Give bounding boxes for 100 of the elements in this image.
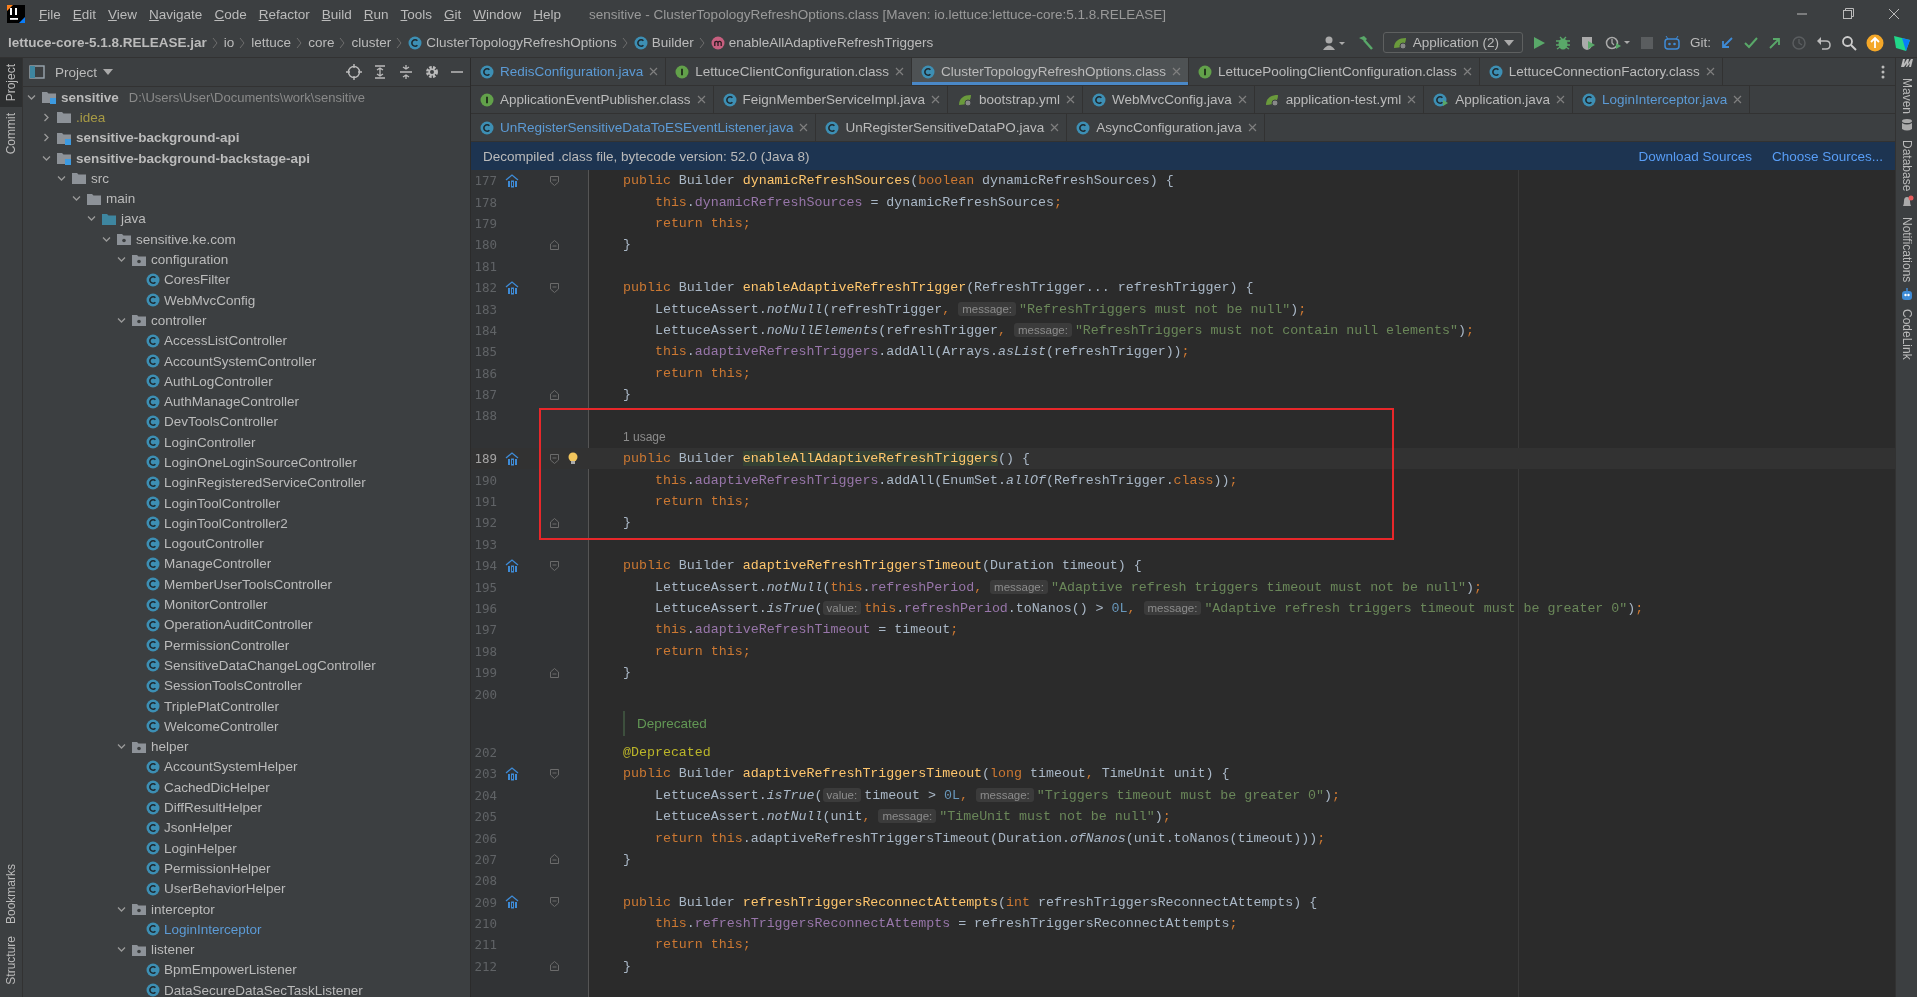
editor-tab[interactable]: LettuceClientConfiguration.class: [666, 58, 912, 85]
locate-icon[interactable]: [346, 64, 362, 80]
side-tab[interactable]: Bookmarks: [0, 858, 22, 931]
breadcrumb[interactable]: Builder: [651, 35, 694, 50]
tree-item[interactable]: LoginHelper: [164, 840, 237, 856]
tree-item[interactable]: ManageController: [164, 556, 272, 572]
expand-all-icon[interactable]: [372, 64, 388, 80]
tree-item[interactable]: CoresFilter: [164, 272, 230, 288]
fold-end-icon[interactable]: [550, 667, 559, 678]
menu-item[interactable]: Refactor: [252, 6, 316, 22]
tree-item[interactable]: AuthManageController: [164, 394, 300, 410]
fold-icon[interactable]: [550, 453, 559, 464]
fold-icon[interactable]: [550, 175, 559, 186]
editor-tab[interactable]: bootstrap.yml: [947, 86, 1083, 113]
tree-item[interactable]: LoginOneLoginSourceController: [164, 455, 357, 470]
editor-tab[interactable]: application-test.yml: [1254, 86, 1425, 113]
side-tab[interactable]: CodeLink: [1896, 302, 1917, 366]
breadcrumb[interactable]: lettuce: [251, 35, 292, 50]
breadcrumb[interactable]: enableAllAdaptiveRefreshTriggers: [728, 35, 934, 50]
update-badge-icon[interactable]: [1866, 33, 1884, 52]
tree-item[interactable]: PermissionHelper: [164, 860, 271, 876]
tree-item[interactable]: SessionToolsController: [164, 678, 303, 694]
tree-item[interactable]: DevToolsController: [164, 414, 279, 430]
tree-item[interactable]: SensitiveDataChangeLogController: [164, 657, 376, 673]
menu-item[interactable]: Run: [357, 6, 395, 22]
close-icon[interactable]: [1705, 67, 1715, 76]
run-configuration-dropdown[interactable]: Application (2): [1382, 32, 1523, 53]
close-icon[interactable]: [799, 123, 809, 132]
implemented-marker-icon[interactable]: [505, 558, 519, 573]
editor-tab[interactable]: WebMvcConfig.java: [1083, 86, 1255, 113]
user-icon[interactable]: [1322, 34, 1347, 51]
implemented-marker-icon[interactable]: [505, 766, 519, 781]
tree-item[interactable]: listener: [151, 942, 195, 958]
tree-item[interactable]: DiffResultHelper: [164, 800, 263, 816]
close-icon[interactable]: [1407, 95, 1417, 104]
close-icon[interactable]: [930, 95, 940, 104]
tree-item[interactable]: LoginToolController2: [164, 515, 288, 531]
search-icon[interactable]: [1841, 34, 1857, 51]
tree-item[interactable]: LoginRegisteredServiceController: [164, 475, 366, 491]
tree-item[interactable]: src: [91, 170, 109, 186]
fold-icon[interactable]: [550, 560, 559, 571]
editor-tab[interactable]: FeignMemberServiceImpl.java: [713, 86, 948, 113]
project-view-dropdown[interactable]: Project: [55, 64, 114, 80]
close-icon[interactable]: [649, 67, 659, 76]
close-icon[interactable]: [1237, 95, 1247, 104]
breadcrumb[interactable]: io: [223, 35, 235, 50]
fold-end-icon[interactable]: [550, 389, 559, 400]
tree-item[interactable]: sensitive-background-backstage-api: [76, 150, 311, 166]
tree-item[interactable]: interceptor: [151, 901, 215, 917]
breadcrumb[interactable]: core: [308, 35, 335, 50]
editor-tab[interactable]: RedisConfiguration.java: [471, 58, 667, 85]
tree-item[interactable]: BpmEmpowerListener: [164, 962, 297, 978]
fold-end-icon[interactable]: [550, 961, 559, 972]
side-tab[interactable]: Commit: [0, 107, 22, 161]
collapse-all-icon[interactable]: [398, 64, 414, 80]
tree-item[interactable]: main: [106, 191, 136, 207]
menu-item[interactable]: Edit: [66, 6, 103, 22]
close-icon[interactable]: [894, 67, 904, 76]
tree-item[interactable]: configuration: [151, 252, 229, 267]
tree-item[interactable]: MemberUserToolsController: [164, 576, 333, 592]
link[interactable]: Choose Sources...: [1771, 148, 1883, 164]
editor-tab[interactable]: ClusterTopologyRefreshOptions.class: [911, 58, 1190, 85]
link[interactable]: Download Sources: [1638, 148, 1752, 164]
tree-item[interactable]: TriplePlatController: [164, 698, 280, 714]
tree-item[interactable]: AccessListController: [164, 333, 288, 349]
editor-tab[interactable]: LettuceConnectionFactory.class: [1479, 58, 1723, 85]
debug-icon[interactable]: [1555, 34, 1571, 51]
side-tab[interactable]: Maven: [1896, 72, 1917, 121]
side-tab[interactable]: Project: [0, 58, 22, 108]
toolbox-logo-icon[interactable]: [1893, 33, 1911, 52]
fold-end-icon[interactable]: [550, 517, 559, 528]
app-logo-icon[interactable]: [7, 5, 25, 23]
implemented-marker-icon[interactable]: [505, 280, 519, 295]
tree-item[interactable]: sensitive.ke.com: [136, 231, 236, 247]
fold-icon[interactable]: [550, 282, 559, 293]
editor-tab[interactable]: LoginInterceptor.java: [1572, 86, 1751, 113]
editor-tab[interactable]: UnRegisterSensitiveDataPO.java: [816, 114, 1068, 141]
tree-item[interactable]: MonitorController: [164, 597, 268, 613]
close-icon[interactable]: [1555, 95, 1565, 104]
tree-item[interactable]: helper: [151, 739, 189, 755]
editor-tab[interactable]: ApplicationEventPublisher.class: [471, 86, 714, 113]
tree-item[interactable]: OperationAuditController: [164, 617, 313, 633]
menu-item[interactable]: Tools: [394, 6, 438, 22]
menu-item[interactable]: File: [33, 6, 67, 22]
tree-item[interactable]: java: [121, 211, 146, 227]
editor-tab[interactable]: AsyncConfiguration.java: [1067, 114, 1265, 141]
tree-item[interactable]: AuthLogController: [164, 373, 273, 389]
tree-item[interactable]: WebMvcConfig: [164, 292, 256, 308]
menu-item[interactable]: Git: [438, 6, 468, 22]
close-icon[interactable]: [1066, 95, 1075, 104]
editor-tab[interactable]: LettucePoolingClientConfiguration.class: [1189, 58, 1480, 85]
tree-item[interactable]: UserBehaviorHelper: [164, 881, 286, 897]
tree-item[interactable]: LoginToolController: [164, 495, 281, 511]
tree-item[interactable]: AccountSystemController: [164, 353, 317, 369]
fold-end-icon[interactable]: [550, 854, 559, 865]
breadcrumb[interactable]: ClusterTopologyRefreshOptions: [426, 35, 617, 50]
more-icon[interactable]: [1880, 63, 1886, 80]
side-tab[interactable]: Notifications: [1896, 211, 1917, 289]
coverage-icon[interactable]: [1580, 34, 1596, 51]
tree-item[interactable]: AccountSystemHelper: [164, 759, 298, 775]
